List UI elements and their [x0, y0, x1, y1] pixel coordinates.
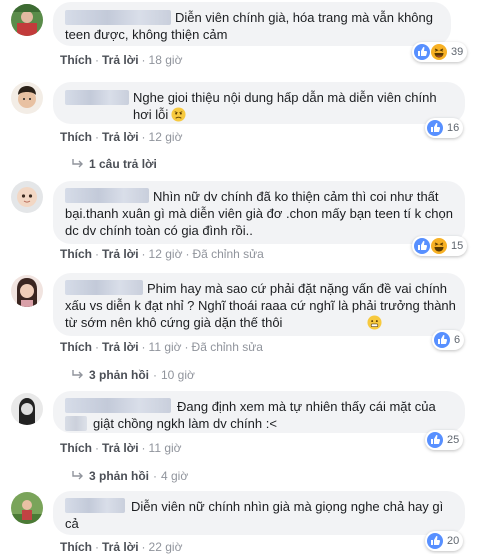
comment-actions: Thích · Trả lời · 12 giờ [60, 130, 183, 144]
reply-arrow-icon [72, 470, 84, 480]
timestamp[interactable]: 12 giờ [149, 130, 183, 144]
reaction-summary[interactable]: 15 [412, 236, 468, 256]
reaction-count: 15 [451, 240, 464, 252]
reaction-count: 20 [447, 535, 460, 547]
reaction-summary[interactable]: 6 [432, 330, 465, 350]
replies-time: 10 giờ [161, 368, 195, 382]
comment-text-line2: giật chồng ngkh làm dv chính :< [93, 416, 277, 431]
comment-text-line1: Đang định xem mà tự nhiên thấy cái mặt c… [177, 399, 436, 414]
reply-link[interactable]: Trả lời [102, 540, 139, 554]
replies-link[interactable]: 3 phản hồi [89, 469, 149, 483]
edited-label[interactable]: Đã chỉnh sửa [192, 340, 263, 354]
comment-bubble: Phim hay mà sao cứ phải đặt nặng vấn đề … [53, 273, 465, 336]
avatar[interactable] [11, 181, 43, 213]
reply-link[interactable]: Trả lời [102, 130, 139, 144]
commenter-name[interactable] [65, 90, 129, 105]
like-link[interactable]: Thích [60, 340, 92, 354]
timestamp[interactable]: 18 giờ [149, 53, 183, 67]
comment-text: Nhìn nữ dv chính đã ko thiện cảm thì coi… [65, 189, 453, 238]
comment-text: Phim hay mà sao cứ phải đặt nặng vấn đề … [65, 281, 456, 330]
sad-face-emoji [171, 107, 186, 122]
reply-link[interactable]: Trả lời [102, 247, 139, 261]
like-icon [427, 533, 443, 549]
avatar[interactable] [11, 492, 43, 524]
comment-bubble: Diễn viên nữ chính nhìn già mà giọng ngh… [53, 491, 465, 535]
reply-link[interactable]: Trả lời [102, 441, 139, 455]
view-replies[interactable]: 1 câu trả lời [72, 157, 157, 171]
comment-actions: Thích · Trả lời · 22 giờ [60, 540, 183, 554]
reaction-summary[interactable]: 25 [425, 430, 464, 450]
reaction-count: 6 [454, 334, 461, 346]
like-icon [427, 120, 443, 136]
timestamp[interactable]: 11 giờ [149, 340, 182, 354]
like-link[interactable]: Thích [60, 247, 92, 261]
like-link[interactable]: Thích [60, 53, 92, 67]
reaction-count: 39 [451, 46, 464, 58]
reply-link[interactable]: Trả lời [102, 340, 139, 354]
replies-time: 4 giờ [161, 469, 189, 483]
reaction-summary[interactable]: 16 [425, 118, 464, 138]
avatar[interactable] [11, 275, 43, 307]
comment-bubble: Đang định xem mà tự nhiên thấy cái mặt c… [53, 391, 465, 433]
like-link[interactable]: Thích [60, 540, 92, 554]
mentioned-name[interactable] [65, 416, 87, 431]
like-link[interactable]: Thích [60, 130, 92, 144]
comment-bubble: Nghe gioi thiệu nội dung hấp dẫn mà diễn… [53, 82, 465, 124]
reply-arrow-icon [72, 158, 84, 168]
reaction-summary[interactable]: 20 [425, 531, 464, 551]
commenter-name[interactable] [65, 398, 171, 413]
reaction-count: 25 [447, 434, 460, 446]
view-replies[interactable]: 3 phản hồi · 4 giờ [72, 469, 188, 483]
timestamp[interactable]: 12 giờ [149, 247, 183, 261]
reply-arrow-icon [72, 369, 84, 379]
comment-actions: Thích · Trả lời · 18 giờ [60, 53, 183, 67]
timestamp[interactable]: 11 giờ [149, 441, 182, 455]
replies-link[interactable]: 1 câu trả lời [89, 157, 157, 171]
comment-text: Diễn viên nữ chính nhìn già mà giọng ngh… [65, 499, 444, 531]
replies-link[interactable]: 3 phản hồi [89, 368, 149, 382]
timestamp[interactable]: 22 giờ [149, 540, 183, 554]
commenter-name[interactable] [65, 10, 171, 25]
comment-actions: Thích · Trả lời · 11 giờ · Đã chỉnh sửa [60, 340, 263, 354]
comment-actions: Thích · Trả lời · 12 giờ · Đã chỉnh sửa [60, 247, 264, 261]
reply-link[interactable]: Trả lời [102, 53, 139, 67]
haha-icon [431, 238, 447, 254]
comment-actions: Thích · Trả lời · 11 giờ [60, 441, 182, 455]
avatar[interactable] [11, 82, 43, 114]
view-replies[interactable]: 3 phản hồi · 10 giờ [72, 368, 195, 382]
edited-label[interactable]: Đã chỉnh sửa [192, 247, 263, 261]
reaction-count: 16 [447, 122, 460, 134]
like-icon [414, 238, 430, 254]
reaction-summary[interactable]: 39 [412, 42, 468, 62]
haha-icon [431, 44, 447, 60]
like-icon [427, 432, 443, 448]
avatar[interactable] [11, 4, 43, 36]
like-link[interactable]: Thích [60, 441, 92, 455]
comment-bubble: Diễn viên chính già, hóa trang mà vẫn kh… [53, 2, 451, 46]
comment-bubble: Nhìn nữ dv chính đã ko thiện cảm thì coi… [53, 181, 465, 244]
like-icon [434, 332, 450, 348]
grimace-emoji [285, 315, 382, 330]
avatar[interactable] [11, 393, 43, 425]
like-icon [414, 44, 430, 60]
